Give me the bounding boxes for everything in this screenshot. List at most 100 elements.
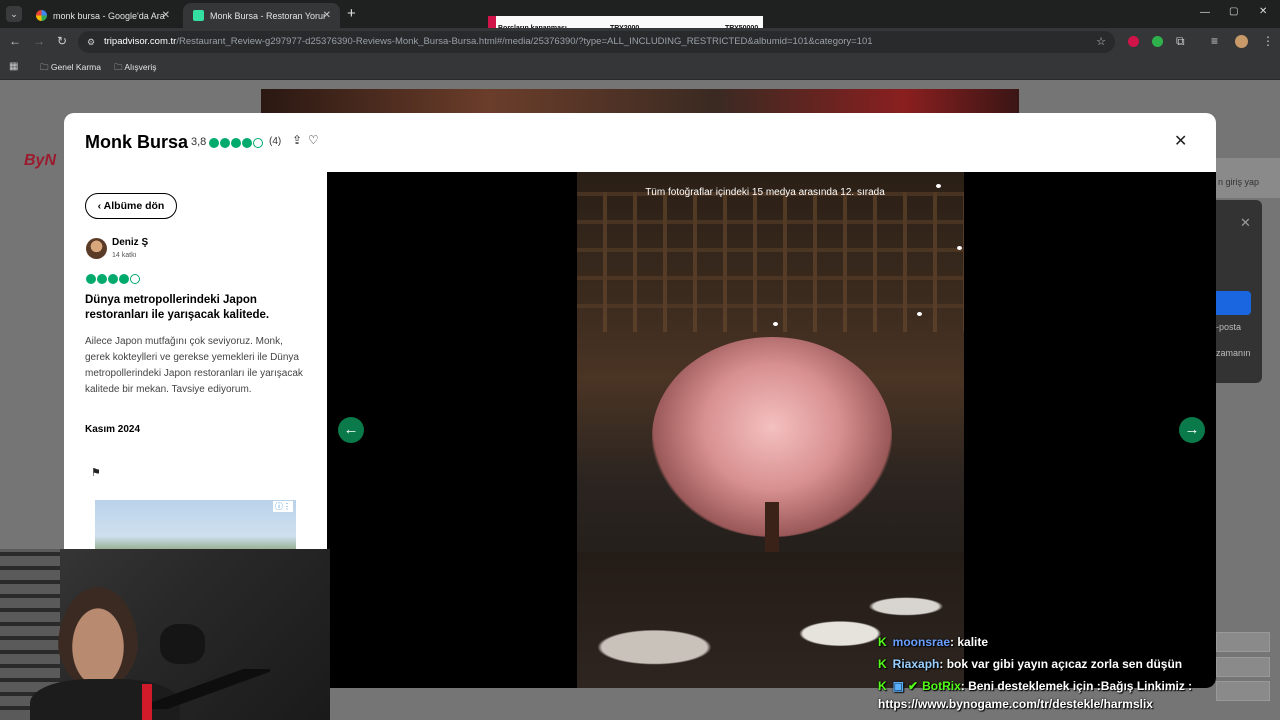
verified-badge-icon: ✔ <box>908 679 919 693</box>
close-window-button[interactable]: ✕ <box>1259 6 1267 17</box>
reviewer-contributions: 14 katkı <box>112 252 137 259</box>
review-date: Kasım 2024 <box>85 424 141 435</box>
login-posta-text: -posta <box>1216 322 1242 332</box>
background-row <box>1216 632 1270 652</box>
tab-google-search[interactable]: monk bursa - Google'da Ara ✕ <box>26 3 179 28</box>
rating-bubbles <box>209 135 264 153</box>
tab-title: monk bursa - Google'da Ara <box>53 10 165 21</box>
extension-red-icon[interactable] <box>1128 36 1139 47</box>
bookmark-star-icon[interactable]: ☆ <box>1096 31 1106 53</box>
reload-icon[interactable]: ↻ <box>57 34 67 48</box>
background-row <box>1216 681 1270 701</box>
ad-choices-icon[interactable]: ⓘ⋮ <box>273 501 293 512</box>
login-dialog-button[interactable] <box>1216 291 1251 315</box>
reading-list-icon[interactable]: ≡ <box>1211 34 1218 48</box>
url-path: /Restaurant_Review-g297977-d25376390-Rev… <box>176 36 873 47</box>
chat-text: https://www.bynogame.com/tr/destekle/har… <box>878 697 1153 711</box>
reviewer-name[interactable]: Deniz Ş <box>112 237 148 248</box>
extension-green-icon[interactable] <box>1152 36 1163 47</box>
reviewer-avatar[interactable] <box>86 238 107 259</box>
maximize-button[interactable]: ▢ <box>1229 6 1238 17</box>
tab-search-button[interactable]: ⌄ <box>6 6 22 22</box>
streamer-webcam <box>0 549 330 720</box>
close-tab-icon[interactable]: ✕ <box>323 10 331 21</box>
bookmark-label: Genel Karma <box>50 62 101 72</box>
back-icon[interactable]: ← <box>9 34 21 48</box>
rating-value: 3,8 <box>191 136 207 148</box>
new-tab-button[interactable]: + <box>347 5 356 22</box>
report-flag-icon[interactable]: ⚑ <box>91 466 101 479</box>
extensions-puzzle-icon[interactable]: ⧉ <box>1176 34 1185 49</box>
modal-header: Monk Bursa 3,8 (4) ⇪ ♡ ✕ <box>64 113 1216 172</box>
previous-photo-button[interactable]: ← <box>338 417 364 443</box>
review-count[interactable]: (4) <box>269 136 281 147</box>
ceiling-light <box>917 312 922 316</box>
chat-message: K Riaxaph: bok var gibi yayın açıcaz zorl… <box>878 657 1182 671</box>
menu-kebab-icon[interactable]: ⋮ <box>1262 34 1274 48</box>
ceiling-light <box>957 246 962 250</box>
back-to-album-button[interactable]: ‹ Albüme dön <box>85 193 177 219</box>
chat-message: Kmoonsrae: kalite <box>878 635 988 649</box>
chat-username: Riaxaph <box>892 657 940 671</box>
chat-username: BotRix <box>922 679 961 693</box>
browser-toolbar: ← → ↻ ⚙ tripadvisor.com.tr/Restaurant_Re… <box>0 28 1280 56</box>
rating-bubble <box>97 274 107 284</box>
webcam-mic-arm <box>150 669 270 709</box>
media-counter: Tüm fotoğraflar içindeki 15 medya arasın… <box>645 187 885 198</box>
webcam-headphones <box>160 624 205 664</box>
background-row <box>1216 657 1270 677</box>
site-info-icon[interactable]: ⚙ <box>87 31 95 53</box>
bookmark-folder-alisveris[interactable]: 🗀 Alışveriş <box>114 62 157 76</box>
google-icon <box>36 10 47 21</box>
rating-bubble <box>220 138 230 148</box>
webcam-person-head <box>58 587 138 687</box>
background-hero-image <box>261 89 1019 115</box>
close-modal-icon[interactable]: ✕ <box>1174 131 1187 151</box>
chat-message: K ▣ ✔ BotRix: Beni desteklemek için :Bağış … <box>878 679 1192 693</box>
bookmark-folder-genel-karma[interactable]: 🗀 Genel Karma <box>40 62 101 76</box>
rating-bubble <box>242 138 252 148</box>
next-photo-button[interactable]: → <box>1179 417 1205 443</box>
chat-text: : kalite <box>950 635 989 649</box>
kick-icon: K <box>878 657 887 671</box>
login-hint-text: n giriş yap <box>1218 177 1260 187</box>
rating-bubble <box>231 138 241 148</box>
chat-username: moonsrae <box>892 635 951 649</box>
chat-text: : bok var gibi yayın açıcaz zorla sen dü… <box>939 657 1183 671</box>
rating-bubble <box>209 138 219 148</box>
ceiling-grid <box>577 192 964 332</box>
tripadvisor-icon <box>193 10 204 21</box>
chevron-left-icon: ‹ <box>97 200 102 212</box>
bookmark-label: Alışveriş <box>124 62 157 72</box>
login-dialog-close-icon[interactable]: ✕ <box>1240 215 1251 231</box>
media-viewer: Tüm fotoğraflar içindeki 15 medya arasın… <box>327 172 1216 688</box>
apps-grid-icon[interactable]: ▦ <box>9 61 18 72</box>
bookmarks-bar: ▦ 🗀 Genel Karma 🗀 Alışveriş <box>0 56 1280 80</box>
url-host: tripadvisor.com.tr <box>104 36 177 47</box>
bot-badge-icon: ▣ <box>892 679 905 693</box>
rating-bubble <box>108 274 118 284</box>
review-title: Dünya metropollerindeki Japon restoranla… <box>85 294 270 321</box>
rating-bubble <box>119 274 129 284</box>
forward-icon[interactable]: → <box>33 34 45 48</box>
login-zamanin-text: zamanın <box>1216 348 1251 358</box>
profile-avatar[interactable] <box>1235 35 1248 48</box>
folder-icon: 🗀 <box>114 62 123 72</box>
restaurant-photo[interactable] <box>577 172 964 688</box>
byn-logo: ByN <box>24 152 57 169</box>
address-bar[interactable]: ⚙ tripadvisor.com.tr/Restaurant_Review-g… <box>78 31 1115 53</box>
close-tab-icon[interactable]: ✕ <box>162 10 170 21</box>
minimize-button[interactable]: — <box>1200 7 1210 18</box>
share-icon[interactable]: ⇪ <box>292 133 302 147</box>
webcam-red-light <box>142 684 152 720</box>
tab-tripadvisor[interactable]: Monk Bursa - Restoran Yorumla ✕ <box>183 3 340 28</box>
review-body: Ailece Japon mutfağını çok seviyoruz. Mo… <box>85 336 303 395</box>
review-rating-bubbles <box>86 271 141 289</box>
kick-icon: K <box>878 679 887 693</box>
folder-icon: 🗀 <box>40 62 49 72</box>
rating-bubble-empty <box>253 138 263 148</box>
rating-bubble <box>86 274 96 284</box>
chat-text: : Beni desteklemek için :Bağış Linkimiz … <box>960 679 1193 693</box>
restaurant-title: Monk Bursa <box>85 132 189 152</box>
heart-icon[interactable]: ♡ <box>308 133 319 147</box>
